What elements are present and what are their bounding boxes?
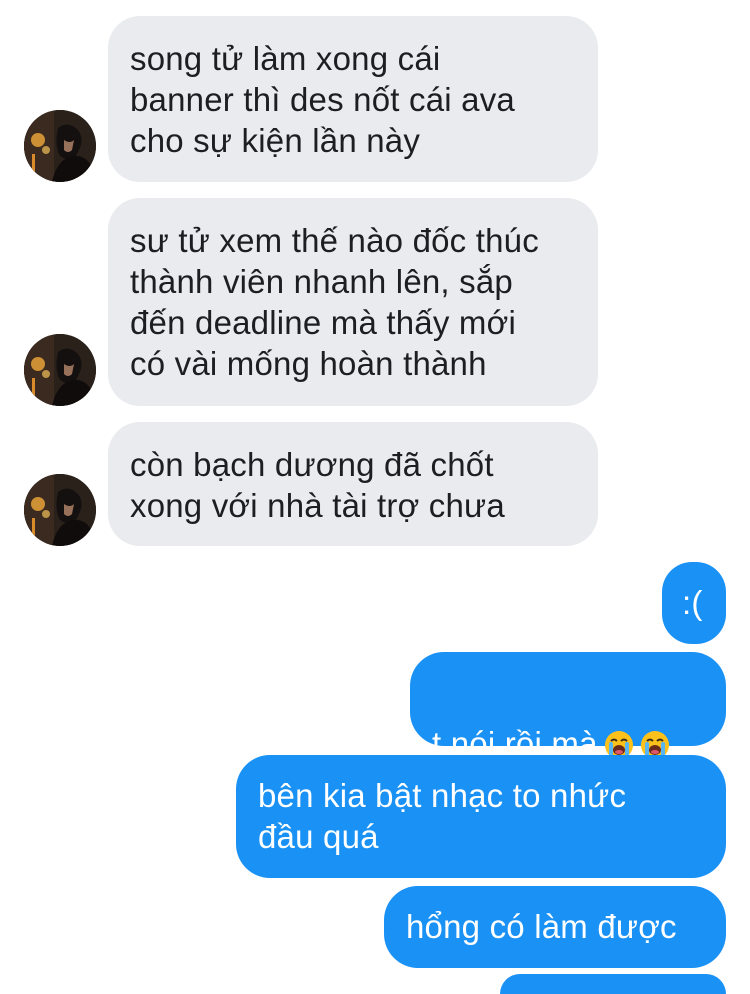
loudly-crying-face-icon	[640, 728, 670, 759]
outgoing-message-bubble[interactable]: hổng có làm được	[384, 886, 726, 968]
contact-avatar[interactable]	[24, 474, 96, 546]
avatar-image-icon	[24, 474, 96, 546]
avatar-image-icon	[24, 110, 96, 182]
contact-avatar[interactable]	[24, 110, 96, 182]
incoming-message-bubble[interactable]: sư tử xem thế nào đốc thúc thành viên nh…	[108, 198, 598, 406]
incoming-message-bubble[interactable]: còn bạch dương đã chốt xong với nhà tài …	[108, 422, 598, 546]
outgoing-message-bubble[interactable]: t nói rồi mà	[410, 652, 726, 762]
loudly-crying-face-icon	[604, 728, 634, 759]
outgoing-message-bubble[interactable]: :(	[662, 562, 726, 644]
incoming-message-bubble[interactable]: song tử làm xong cái banner thì des nốt …	[108, 16, 598, 182]
message-thread: song tử làm xong cái banner thì des nốt …	[0, 0, 750, 994]
contact-avatar[interactable]	[24, 334, 96, 406]
avatar-image-icon	[24, 334, 96, 406]
outgoing-message-bubble[interactable]: bên kia bật nhạc to nhức đầu quá	[236, 755, 726, 878]
partial-message-bubble	[500, 974, 726, 994]
